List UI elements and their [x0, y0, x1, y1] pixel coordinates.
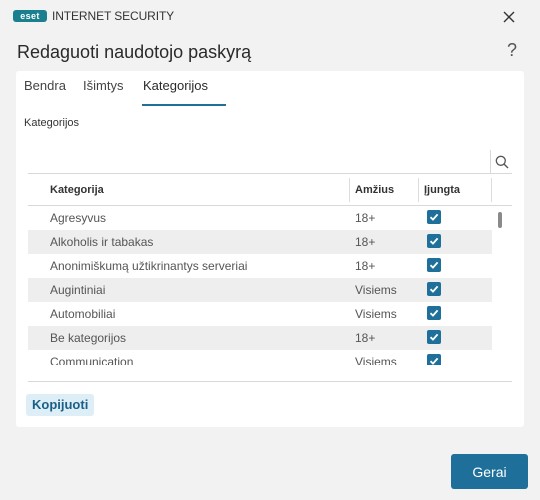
- age-cell: 18+: [355, 331, 376, 345]
- search-input[interactable]: [28, 150, 490, 173]
- checkmark-icon: [429, 237, 439, 245]
- active-tab-indicator: [142, 104, 226, 106]
- table-row[interactable]: Alkoholis ir tabakas 18+: [28, 230, 492, 254]
- categories-table: Kategorija Amžius Įjungta Agresyvus 18+ …: [28, 150, 512, 365]
- column-header-enabled[interactable]: Įjungta: [424, 184, 460, 196]
- checkmark-icon: [429, 309, 439, 317]
- close-button[interactable]: [498, 6, 520, 28]
- column-divider[interactable]: [491, 178, 492, 202]
- search-button[interactable]: [490, 150, 512, 174]
- category-cell: Anonimiškumą užtikrinantys serveriai: [50, 259, 248, 273]
- section-label: Kategorijos: [24, 117, 80, 129]
- table-body: Agresyvus 18+ Alkoholis ir tabakas 18+ A…: [28, 206, 492, 365]
- enabled-checkbox[interactable]: [427, 258, 441, 272]
- help-button[interactable]: ?: [502, 40, 522, 62]
- ok-button[interactable]: Gerai: [451, 454, 528, 489]
- category-cell: Communication: [50, 355, 134, 365]
- eset-logo: eset: [13, 10, 47, 22]
- table-row[interactable]: Communication Visiems: [28, 350, 492, 365]
- column-divider[interactable]: [349, 178, 350, 202]
- category-cell: Augintiniai: [50, 283, 106, 297]
- page-title: Redaguoti naudotojo paskyrą: [17, 42, 252, 62]
- title-bar: eset INTERNET SECURITY: [0, 0, 540, 32]
- checkmark-icon: [429, 261, 439, 269]
- age-cell: Visiems: [355, 307, 397, 321]
- category-cell: Agresyvus: [50, 211, 107, 225]
- table-scrollbar[interactable]: [498, 212, 502, 228]
- table-header: Kategorija Amžius Įjungta: [28, 174, 512, 206]
- age-cell: Visiems: [355, 283, 397, 297]
- close-icon: [503, 11, 515, 23]
- enabled-checkbox[interactable]: [427, 282, 441, 296]
- checkmark-icon: [429, 213, 439, 221]
- settings-panel: Bendra Išimtys Kategorijos Kategorijos K…: [16, 71, 524, 427]
- category-cell: Be kategorijos: [50, 331, 127, 345]
- age-cell: 18+: [355, 211, 376, 225]
- column-header-age[interactable]: Amžius: [355, 184, 394, 196]
- tab-categories[interactable]: Kategorijos: [143, 78, 208, 93]
- enabled-checkbox[interactable]: [427, 354, 441, 365]
- column-divider[interactable]: [418, 178, 419, 202]
- table-row[interactable]: Augintiniai Visiems: [28, 278, 492, 302]
- table-row[interactable]: Automobiliai Visiems: [28, 302, 492, 326]
- age-cell: 18+: [355, 259, 376, 273]
- product-name: INTERNET SECURITY: [52, 9, 175, 23]
- checkmark-icon: [429, 333, 439, 341]
- enabled-checkbox[interactable]: [427, 330, 441, 344]
- enabled-checkbox[interactable]: [427, 234, 441, 248]
- tab-general[interactable]: Bendra: [24, 78, 66, 93]
- divider: [28, 381, 512, 382]
- search-bar: [28, 150, 512, 174]
- category-cell: Automobiliai: [50, 307, 116, 321]
- age-cell: Visiems: [355, 355, 397, 365]
- table-row[interactable]: Anonimiškumą užtikrinantys serveriai 18+: [28, 254, 492, 278]
- enabled-checkbox[interactable]: [427, 210, 441, 224]
- checkmark-icon: [429, 357, 439, 365]
- checkmark-icon: [429, 285, 439, 293]
- column-header-category[interactable]: Kategorija: [50, 184, 104, 196]
- age-cell: 18+: [355, 235, 376, 249]
- copy-button[interactable]: Kopijuoti: [26, 394, 95, 416]
- tab-exceptions[interactable]: Išimtys: [83, 78, 123, 93]
- enabled-checkbox[interactable]: [427, 306, 441, 320]
- table-row[interactable]: Agresyvus 18+: [28, 206, 492, 230]
- search-icon: [495, 155, 508, 169]
- table-row[interactable]: Be kategorijos 18+: [28, 326, 492, 350]
- category-cell: Alkoholis ir tabakas: [50, 235, 154, 249]
